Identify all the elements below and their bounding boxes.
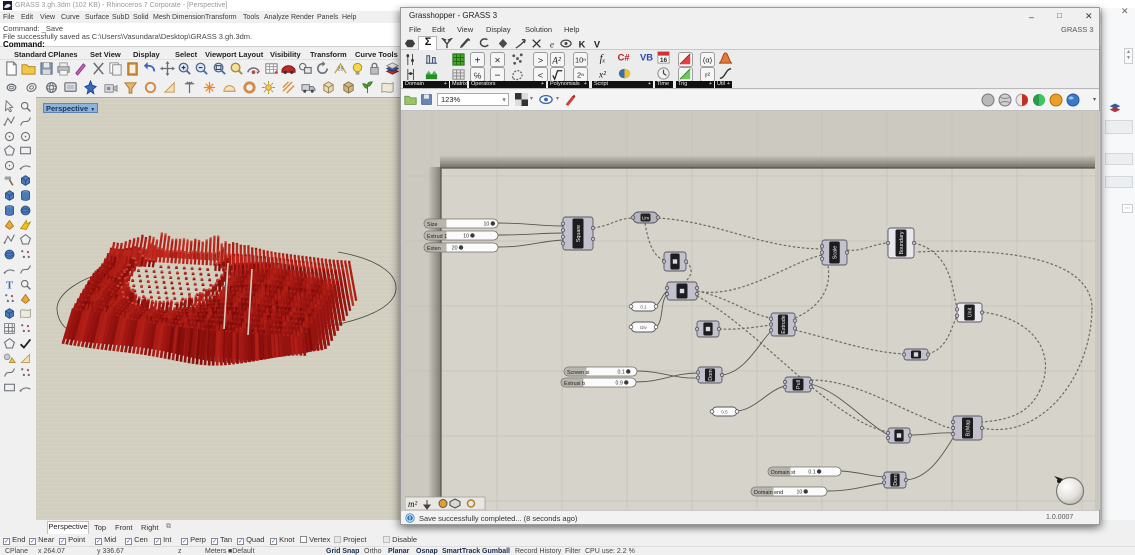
svg-text:VB: VB: [640, 52, 653, 62]
svg-text:Domain st: Domain st: [771, 470, 796, 476]
svg-text:r²: r²: [705, 70, 710, 79]
svg-text:Div: Div: [640, 325, 647, 330]
svg-text:m²: m²: [408, 499, 417, 509]
svg-text:T: T: [6, 280, 13, 290]
svg-text:BzMap: BzMap: [966, 420, 972, 437]
svg-text:×: ×: [494, 55, 500, 66]
svg-text:10ⁿ: 10ⁿ: [575, 55, 586, 64]
svg-text:25: 25: [337, 66, 343, 72]
svg-text:20: 20: [452, 246, 458, 252]
svg-text:Scale: Scale: [833, 246, 839, 260]
svg-text:Square: Square: [576, 225, 582, 242]
svg-text:!: !: [409, 516, 411, 523]
svg-text:0.1: 0.1: [618, 370, 625, 376]
svg-text:0.1: 0.1: [640, 305, 647, 310]
svg-text:10: 10: [463, 234, 469, 240]
svg-text:+: +: [474, 55, 480, 66]
svg-text:0.9: 0.9: [616, 381, 623, 387]
svg-text:(α): (α): [703, 55, 713, 64]
svg-text:Boundary: Boundary: [899, 231, 905, 254]
svg-text:Unit: Unit: [968, 307, 974, 317]
svg-text:Pull: Pull: [796, 380, 802, 389]
svg-text:2ⁿ: 2ⁿ: [577, 70, 584, 79]
svg-text:0.1: 0.1: [808, 470, 815, 476]
svg-text:0.5: 0.5: [721, 410, 728, 415]
svg-text:−: −: [494, 70, 500, 81]
svg-text:16: 16: [660, 57, 668, 64]
svg-text:e: e: [550, 40, 554, 49]
svg-text:K: K: [579, 39, 586, 49]
svg-text:Dom: Dom: [708, 369, 714, 381]
svg-text:V: V: [594, 39, 601, 49]
svg-text:Lim: Lim: [642, 216, 650, 221]
svg-text:Extrude: Extrude: [781, 315, 787, 334]
svg-text:fₓ: fₓ: [600, 53, 606, 64]
svg-text:Size: Size: [427, 222, 438, 228]
svg-text:A²: A²: [551, 56, 561, 66]
svg-text:x²: x²: [598, 70, 606, 80]
svg-text:10: 10: [484, 222, 490, 228]
svg-text:10: 10: [796, 490, 802, 496]
svg-text:Dom: Dom: [893, 474, 899, 486]
svg-text:Extrusi b: Extrusi b: [564, 381, 585, 387]
svg-text:Extrud 1: Extrud 1: [427, 234, 447, 240]
svg-text:C#: C#: [618, 52, 631, 62]
svg-text:Exten: Exten: [427, 246, 441, 252]
svg-text:Domain end: Domain end: [754, 490, 783, 496]
svg-text:<: <: [538, 70, 544, 80]
svg-text:>: >: [538, 55, 544, 65]
svg-text:℅: ℅: [474, 70, 481, 80]
svg-text:Screen si: Screen si: [567, 370, 589, 376]
